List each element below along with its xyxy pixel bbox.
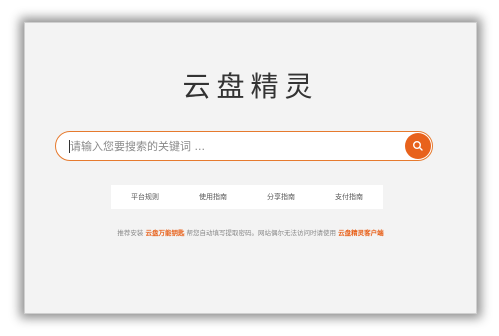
guide-tabs: 平台规则 使用指南 分享指南 支付指南 <box>111 185 383 209</box>
link-master-key[interactable]: 云盘万能钥匙 <box>145 229 184 237</box>
site-logo: 云盘精灵 <box>182 70 319 103</box>
tab-sharing-guide[interactable]: 分享指南 <box>267 192 295 202</box>
install-notice: 推荐安装 云盘万能钥匙 帮您自动填写提取密码。网站偶尔无法访问时请使用 云盘精灵… <box>25 227 476 237</box>
search-icon <box>413 141 423 151</box>
tab-payment-guide[interactable]: 支付指南 <box>335 192 363 202</box>
link-client-download[interactable]: 云盘精灵客户端 <box>338 229 384 237</box>
search-input[interactable] <box>70 132 390 160</box>
page: 云盘精灵 平台规则 使用指南 分享指南 支付指南 推荐安装 云盘万能钥匙 帮您自… <box>0 0 499 336</box>
notice-middle: 帮您自动填写提取密码。网站偶尔无法访问时请使用 <box>186 229 337 237</box>
notice-prefix: 推荐安装 <box>117 229 144 237</box>
search-bar[interactable] <box>55 131 433 161</box>
tab-platform-rules[interactable]: 平台规则 <box>131 192 159 202</box>
tab-usage-guide[interactable]: 使用指南 <box>199 192 227 202</box>
search-button[interactable] <box>405 133 431 159</box>
browser-window: 云盘精灵 平台规则 使用指南 分享指南 支付指南 推荐安装 云盘万能钥匙 帮您自… <box>24 22 477 314</box>
